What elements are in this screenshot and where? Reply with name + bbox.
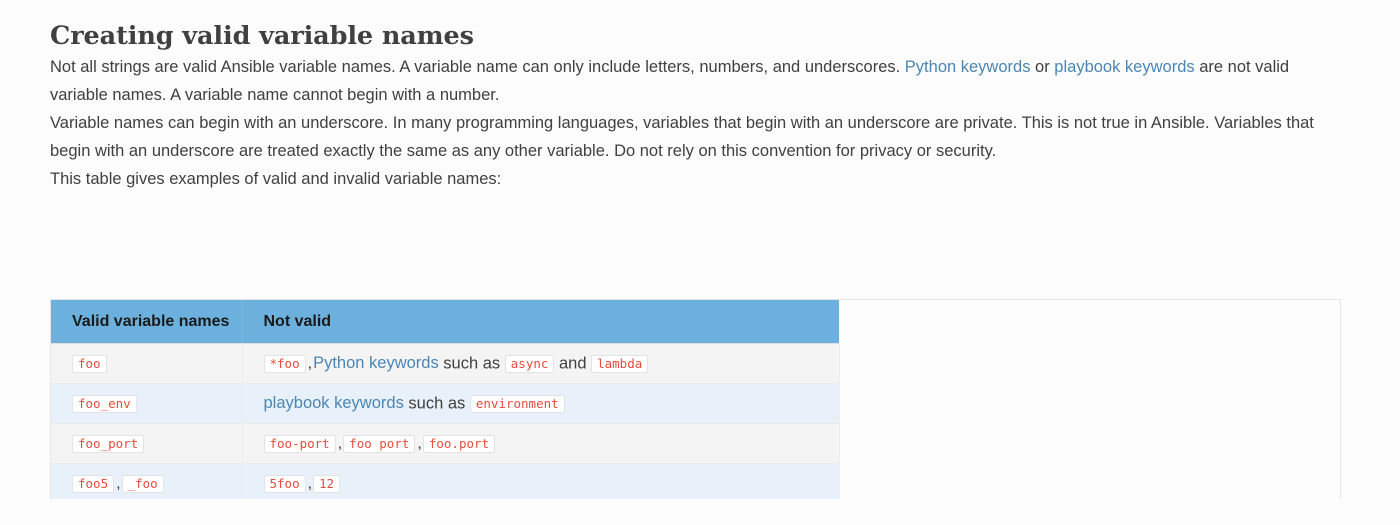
code-literal: _foo (121, 474, 164, 494)
cell-text: such as (438, 354, 505, 373)
paragraph-intro-text-b: or (1030, 58, 1055, 77)
code-literal: foo5 (72, 474, 115, 494)
cell-valid-names: foo_env (51, 383, 243, 424)
code-literal: foo.port (422, 434, 496, 454)
comma-separator: , (417, 434, 422, 452)
paragraph-intro: Not all strings are valid Ansible variab… (50, 53, 1345, 109)
paragraph-intro-text-a: Not all strings are valid Ansible variab… (50, 58, 905, 77)
cell-valid-names: foo (51, 343, 243, 384)
table-row: foo5, _foo 5foo, 12 (51, 463, 840, 499)
table-row: foo *foo ,Python keywords such as async an… (51, 343, 840, 384)
cell-text: such as (403, 394, 470, 413)
comma-separator: , (116, 474, 121, 492)
cell-valid-names: foo5, _foo (51, 463, 243, 499)
code-literal: foo (72, 354, 107, 374)
code-literal: *foo (263, 354, 306, 374)
link-playbook-keywords[interactable]: playbook keywords (1054, 58, 1194, 76)
comma-separator: , (307, 354, 313, 372)
link-python-keywords[interactable]: Python keywords (905, 58, 1031, 76)
code-literal: 5foo (263, 474, 306, 494)
comma-separator: , (307, 474, 313, 492)
code-literal: foo-port (263, 434, 336, 454)
cell-invalid-names: *foo ,Python keywords such as async and l… (242, 343, 840, 384)
table-wrapper: Valid variable names Not valid foo *foo ,P… (50, 299, 1341, 499)
cell-text: and (554, 354, 592, 373)
table-link[interactable]: playbook keywords (264, 394, 404, 412)
table-head: Valid variable names Not valid (51, 300, 839, 344)
column-header-valid: Valid variable names (51, 300, 243, 344)
article-content: Creating valid variable names Not all st… (50, 0, 1345, 193)
page-title: Creating valid variable names (50, 21, 474, 51)
table-link[interactable]: Python keywords (313, 354, 439, 372)
code-literal: async (504, 354, 555, 374)
cell-invalid-names: playbook keywords such as environment (242, 383, 840, 424)
comma-separator: , (337, 434, 343, 452)
column-header-not-valid: Not valid (242, 300, 839, 344)
documentation-page: Creating valid variable names Not all st… (0, 0, 1400, 525)
paragraph-underscore: Variable names can begin with an undersc… (50, 114, 1314, 161)
table-row: foo_env playbook keywords such as environ… (51, 383, 840, 424)
code-literal: foo_env (72, 394, 137, 414)
code-literal: foo port (343, 434, 416, 454)
table-body: foo *foo ,Python keywords such as async an… (51, 343, 840, 499)
code-literal: lambda (591, 354, 649, 374)
table-header-row: Valid variable names Not valid (51, 300, 839, 344)
variable-names-table: Valid variable names Not valid foo *foo ,P… (51, 300, 840, 499)
code-literal: 12 (313, 474, 341, 494)
table-row: foo_port foo-port, foo port, foo.port (51, 423, 840, 464)
cell-invalid-names: foo-port, foo port, foo.port (242, 423, 840, 464)
code-literal: foo_port (72, 434, 145, 454)
code-literal: environment (469, 394, 565, 414)
cell-invalid-names: 5foo, 12 (242, 463, 840, 499)
paragraph-table-lead: This table gives examples of valid and i… (50, 170, 502, 189)
cell-valid-names: foo_port (51, 423, 243, 464)
